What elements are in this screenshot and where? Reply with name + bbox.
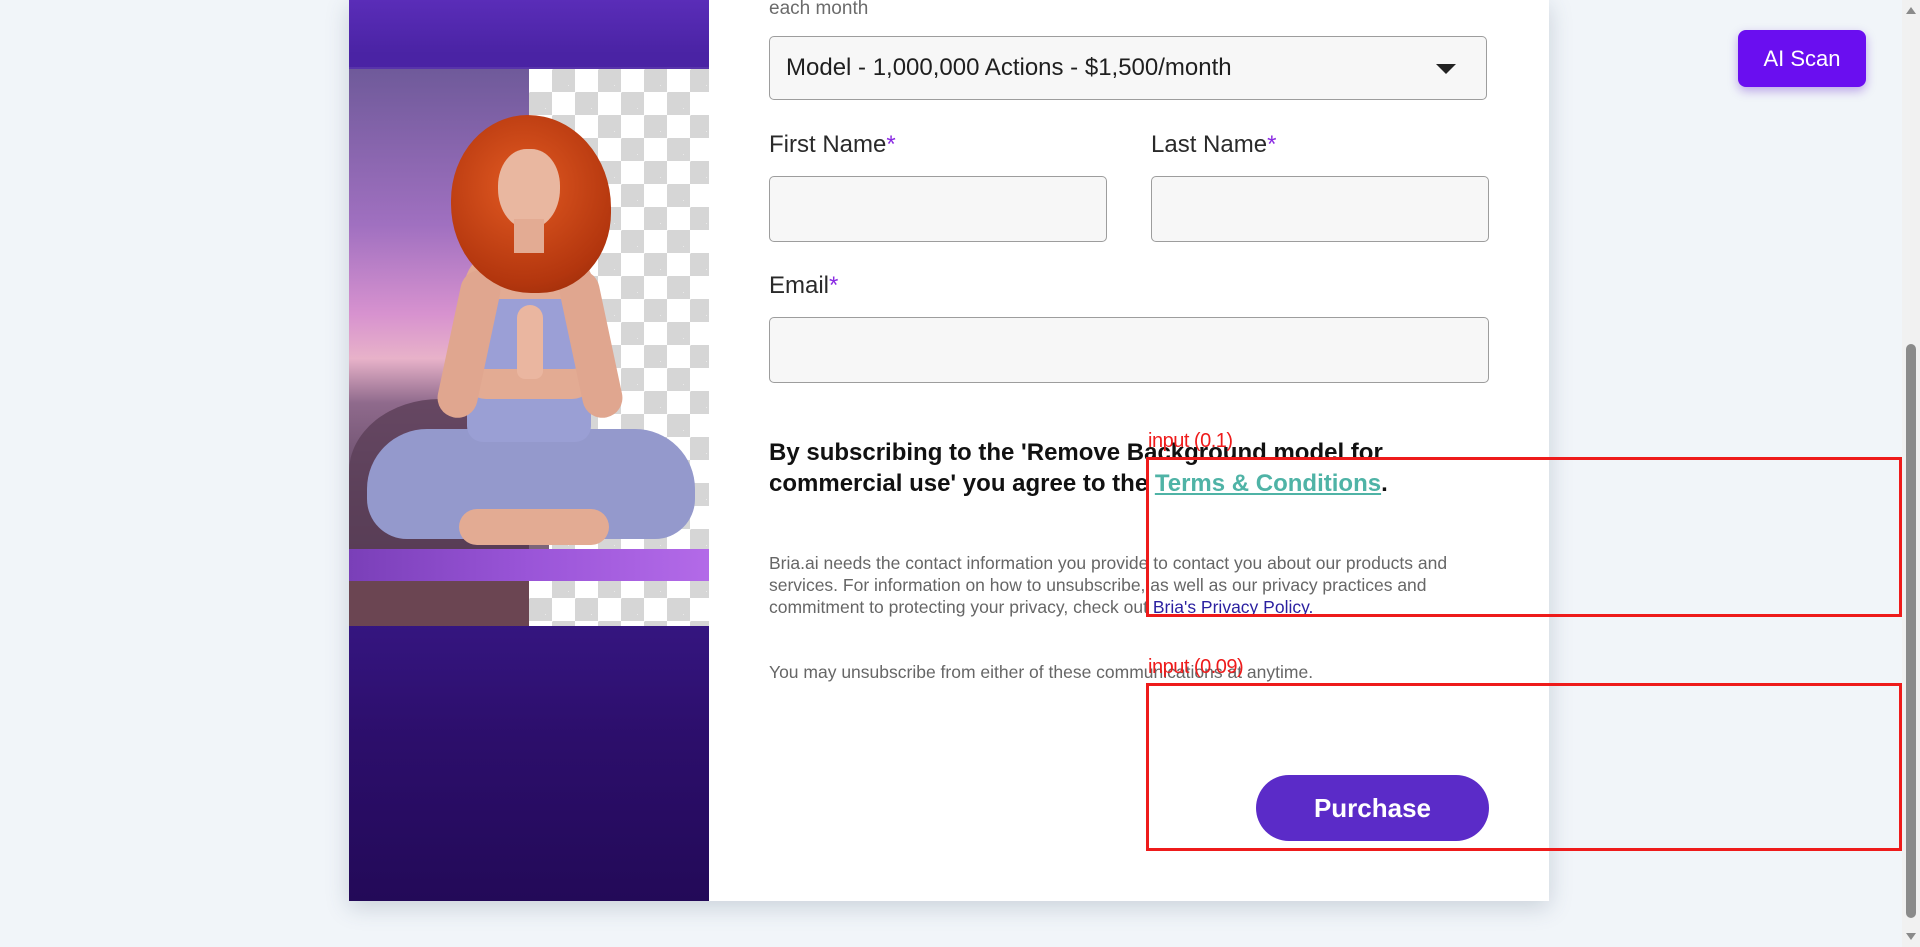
required-mark: * (829, 272, 839, 299)
scrollbar-thumb[interactable] (1906, 344, 1916, 918)
promo-panel (349, 0, 709, 901)
yoga-person-face (498, 149, 560, 229)
scroll-up-arrow-icon[interactable] (1906, 7, 1916, 14)
yoga-person-waist (467, 394, 591, 442)
last-name-label: Last Name* (1151, 131, 1276, 159)
required-mark: * (1267, 131, 1277, 158)
yoga-mat (349, 549, 709, 581)
ai-scan-button[interactable]: AI Scan (1738, 30, 1866, 87)
scroll-down-arrow-icon[interactable] (1906, 933, 1916, 940)
yoga-person-neck (514, 219, 544, 253)
remove-background-example-image (349, 69, 709, 626)
last-name-input[interactable] (1151, 176, 1489, 242)
ground (349, 581, 529, 626)
email-input[interactable] (769, 317, 1489, 383)
required-mark: * (886, 131, 896, 158)
unsubscribe-notice: You may unsubscribe from either of these… (769, 662, 1314, 682)
overlay-box-input-2 (1146, 683, 1902, 851)
email-label-text: Email (769, 272, 830, 299)
email-label: Email* (769, 272, 838, 300)
first-name-input[interactable] (769, 176, 1107, 242)
last-name-label-text: Last Name (1151, 131, 1268, 158)
first-name-label: First Name* (769, 131, 896, 159)
chevron-down-icon (1436, 64, 1456, 74)
overlay-label-input-2: input (0.09) (1148, 656, 1244, 678)
overlay-box-input-1 (1146, 457, 1902, 617)
overlay-label-input-1: input (0.1) (1148, 430, 1233, 452)
yoga-person-feet (459, 509, 609, 545)
plan-select-value: Model - 1,000,000 Actions - $1,500/month (786, 54, 1232, 81)
plan-note: each month (769, 0, 869, 19)
yoga-person-hands (517, 305, 543, 379)
first-name-label-text: First Name (769, 131, 887, 158)
page-scrollbar[interactable] (1902, 0, 1920, 947)
plan-select[interactable]: Model - 1,000,000 Actions - $1,500/month (769, 36, 1487, 100)
